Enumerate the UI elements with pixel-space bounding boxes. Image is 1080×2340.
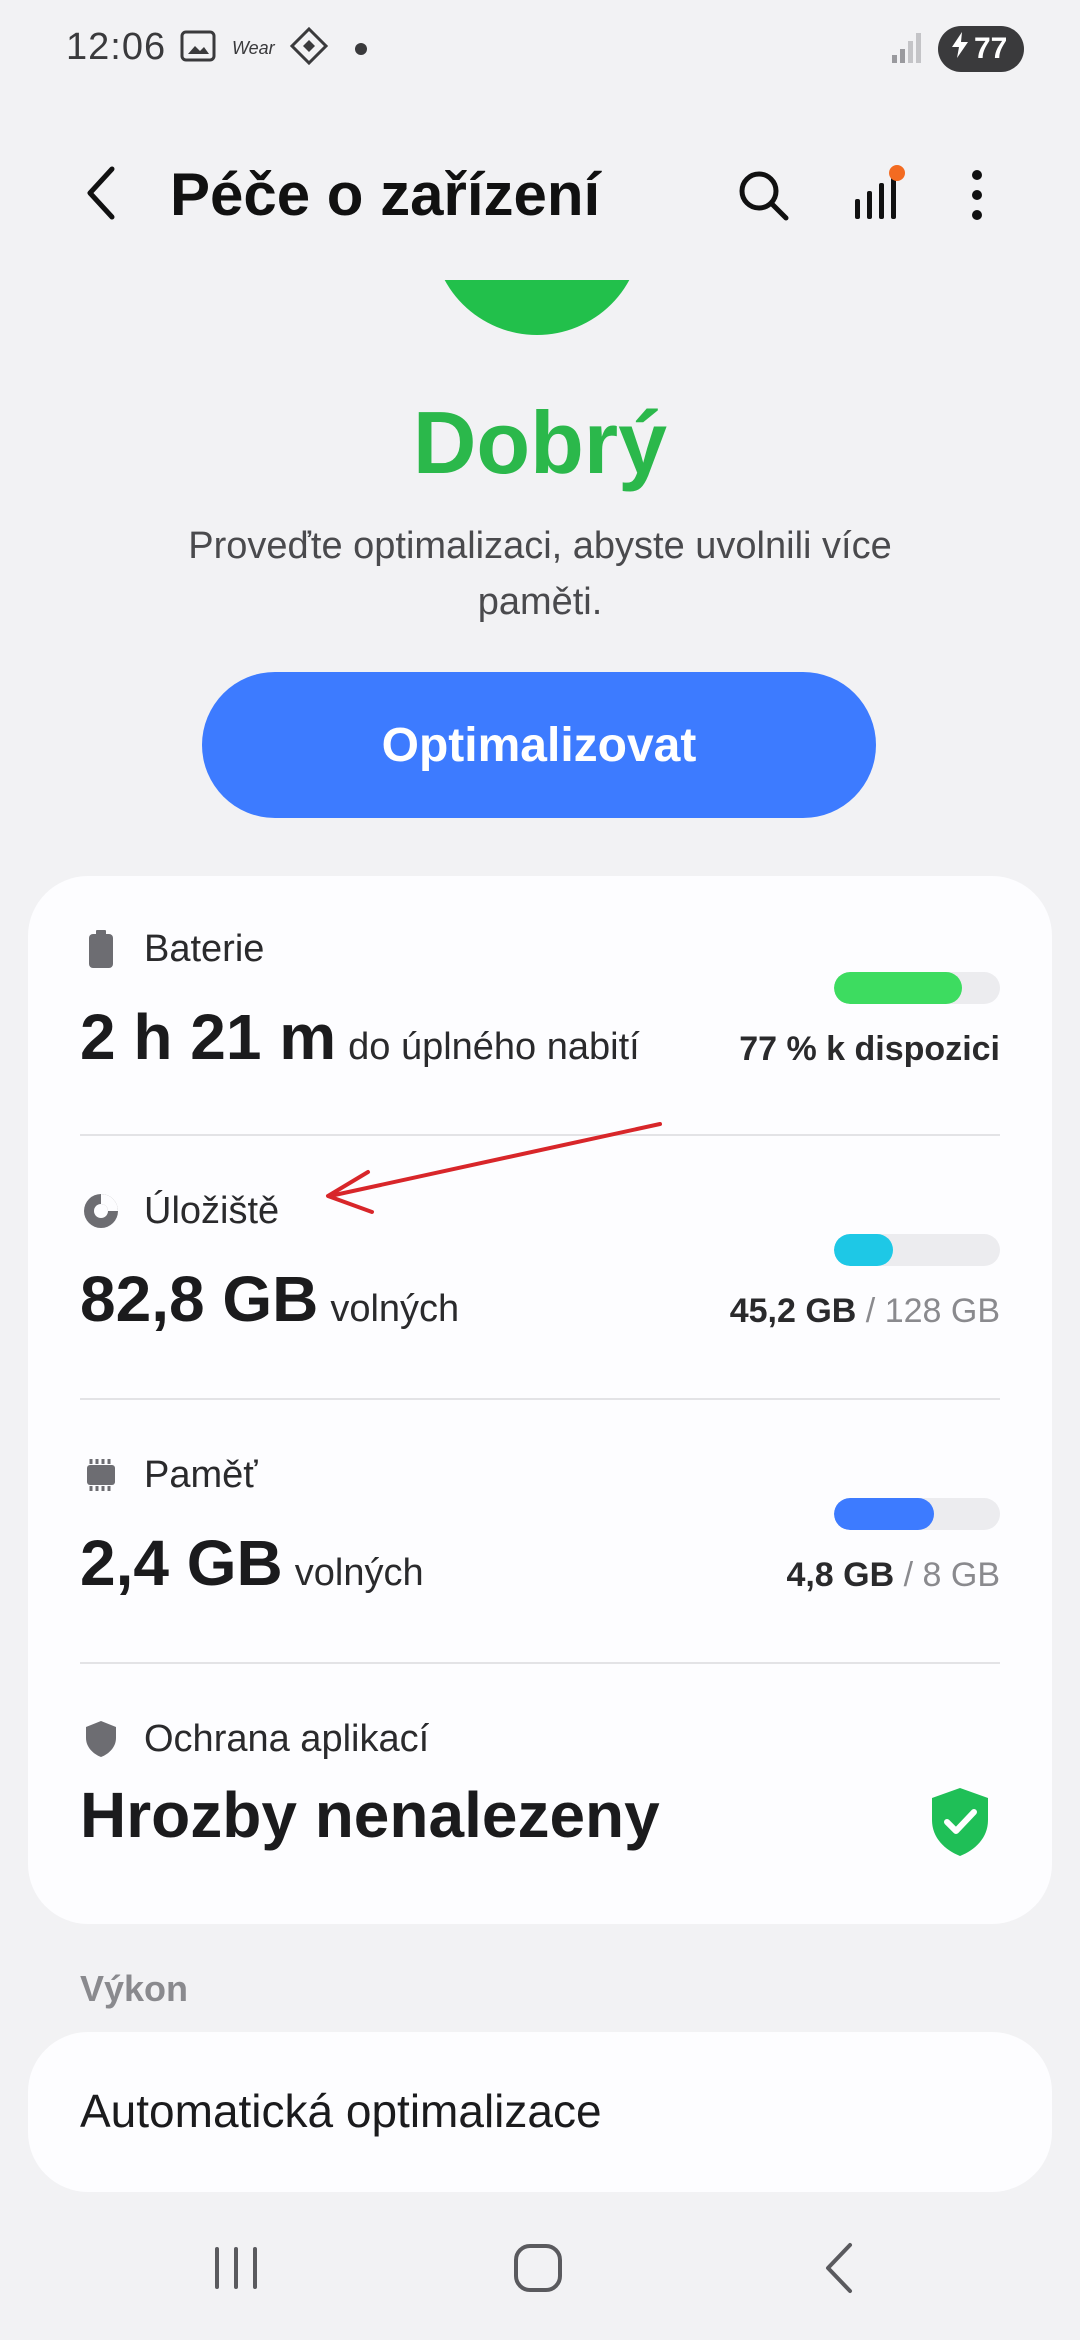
auto-optimization-label: Automatická optimalizace bbox=[80, 2085, 602, 2137]
storage-progress-bar bbox=[834, 1234, 1000, 1266]
battery-progress-bar bbox=[834, 972, 1000, 1004]
wear-icon: Wear bbox=[232, 38, 275, 58]
more-vertical-icon bbox=[967, 167, 987, 228]
memory-item[interactable]: Paměť 2,4 GB volných 4,8 GB / 8 GB bbox=[80, 1450, 1000, 1650]
auto-optimization-item[interactable]: Automatická optimalizace bbox=[28, 2032, 1052, 2192]
battery-label: Baterie bbox=[144, 927, 265, 970]
memory-total: / 8 GB bbox=[894, 1556, 1000, 1594]
divider bbox=[80, 1398, 1000, 1400]
recent-apps-button[interactable] bbox=[176, 2230, 296, 2310]
status-bar: 12:06 Wear 77 bbox=[0, 0, 1080, 100]
app-protection-item[interactable]: Ochrana aplikací Hrozby nenalezeny bbox=[80, 1714, 1000, 1894]
app-bar: Péče o zařízení bbox=[0, 130, 1080, 260]
search-icon bbox=[736, 168, 790, 227]
diagnostics-button[interactable] bbox=[842, 162, 912, 232]
protection-status: Hrozby nenalezeny bbox=[80, 1779, 660, 1851]
chevron-left-icon bbox=[80, 163, 120, 228]
memory-progress-bar bbox=[834, 1498, 1000, 1530]
memory-chip-icon bbox=[80, 1454, 122, 1496]
memory-used: 4,8 GB bbox=[786, 1556, 895, 1594]
battery-time-suffix: do úplného nabití bbox=[348, 1026, 640, 1068]
divider bbox=[80, 1134, 1000, 1136]
storage-used: 45,2 GB bbox=[729, 1292, 857, 1330]
status-time: 12:06 bbox=[66, 26, 167, 68]
shield-check-icon bbox=[928, 1786, 992, 1863]
memory-label: Paměť bbox=[144, 1453, 258, 1496]
device-status: Dobrý bbox=[412, 393, 668, 492]
notification-icons: Wear bbox=[178, 26, 367, 71]
storage-label: Úložiště bbox=[144, 1189, 280, 1232]
battery-available: 77 % k dispozici bbox=[739, 1030, 1000, 1068]
optimize-button[interactable]: Optimalizovat bbox=[202, 672, 876, 818]
navigation-bar bbox=[0, 2200, 1080, 2340]
signal-bars-icon bbox=[847, 164, 907, 230]
page-title: Péče o zařízení bbox=[170, 161, 601, 228]
memory-progress-fill bbox=[834, 1498, 934, 1530]
status-gauge bbox=[432, 280, 642, 335]
cell-signal-icon bbox=[890, 29, 926, 70]
system-back-button[interactable] bbox=[780, 2230, 900, 2310]
recent-apps-icon bbox=[211, 2245, 261, 2296]
battery-progress-fill bbox=[834, 972, 962, 1004]
gallery-icon bbox=[178, 26, 218, 71]
search-button[interactable] bbox=[728, 162, 798, 232]
system-icons: 77 bbox=[890, 26, 1024, 72]
memory-free-suffix: volných bbox=[294, 1552, 424, 1594]
charging-bolt-icon bbox=[950, 31, 970, 67]
battery-indicator: 77 bbox=[938, 26, 1024, 72]
storage-progress-fill bbox=[834, 1234, 893, 1266]
memory-free-value: 2,4 GB bbox=[80, 1527, 283, 1599]
home-button[interactable] bbox=[478, 2230, 598, 2310]
pie-chart-icon bbox=[80, 1190, 122, 1232]
divider bbox=[80, 1662, 1000, 1664]
more-options-button[interactable] bbox=[942, 162, 1012, 232]
battery-icon bbox=[80, 928, 122, 970]
storage-free-suffix: volných bbox=[330, 1288, 460, 1330]
status-description: Proveďte optimalizaci, abyste uvolnili v… bbox=[188, 525, 892, 623]
home-icon bbox=[512, 2242, 564, 2299]
storage-item[interactable]: Úložiště 82,8 GB volných 45,2 GB / 128 G… bbox=[80, 1186, 1000, 1386]
device-care-card: Baterie 2 h 21 m do úplného nabití 77 % … bbox=[28, 876, 1052, 1924]
battery-item[interactable]: Baterie 2 h 21 m do úplného nabití 77 % … bbox=[80, 924, 1000, 1124]
back-button[interactable] bbox=[70, 160, 130, 230]
performance-section-label: Výkon bbox=[80, 1968, 189, 2009]
storage-total: / 128 GB bbox=[856, 1292, 1000, 1330]
more-notifications-dot bbox=[354, 42, 367, 55]
app-protection-label: Ochrana aplikací bbox=[144, 1717, 430, 1760]
storage-free-value: 82,8 GB bbox=[80, 1263, 319, 1335]
back-arrow-icon bbox=[820, 2241, 860, 2300]
device-care-screen: 12:06 Wear 77 Péče o zařízení Dobrý Prov… bbox=[0, 0, 1080, 2340]
shield-icon bbox=[80, 1718, 122, 1760]
battery-level: 77 bbox=[974, 32, 1008, 65]
battery-time-value: 2 h 21 m bbox=[80, 1001, 337, 1073]
grid-diamond-icon bbox=[289, 26, 329, 71]
